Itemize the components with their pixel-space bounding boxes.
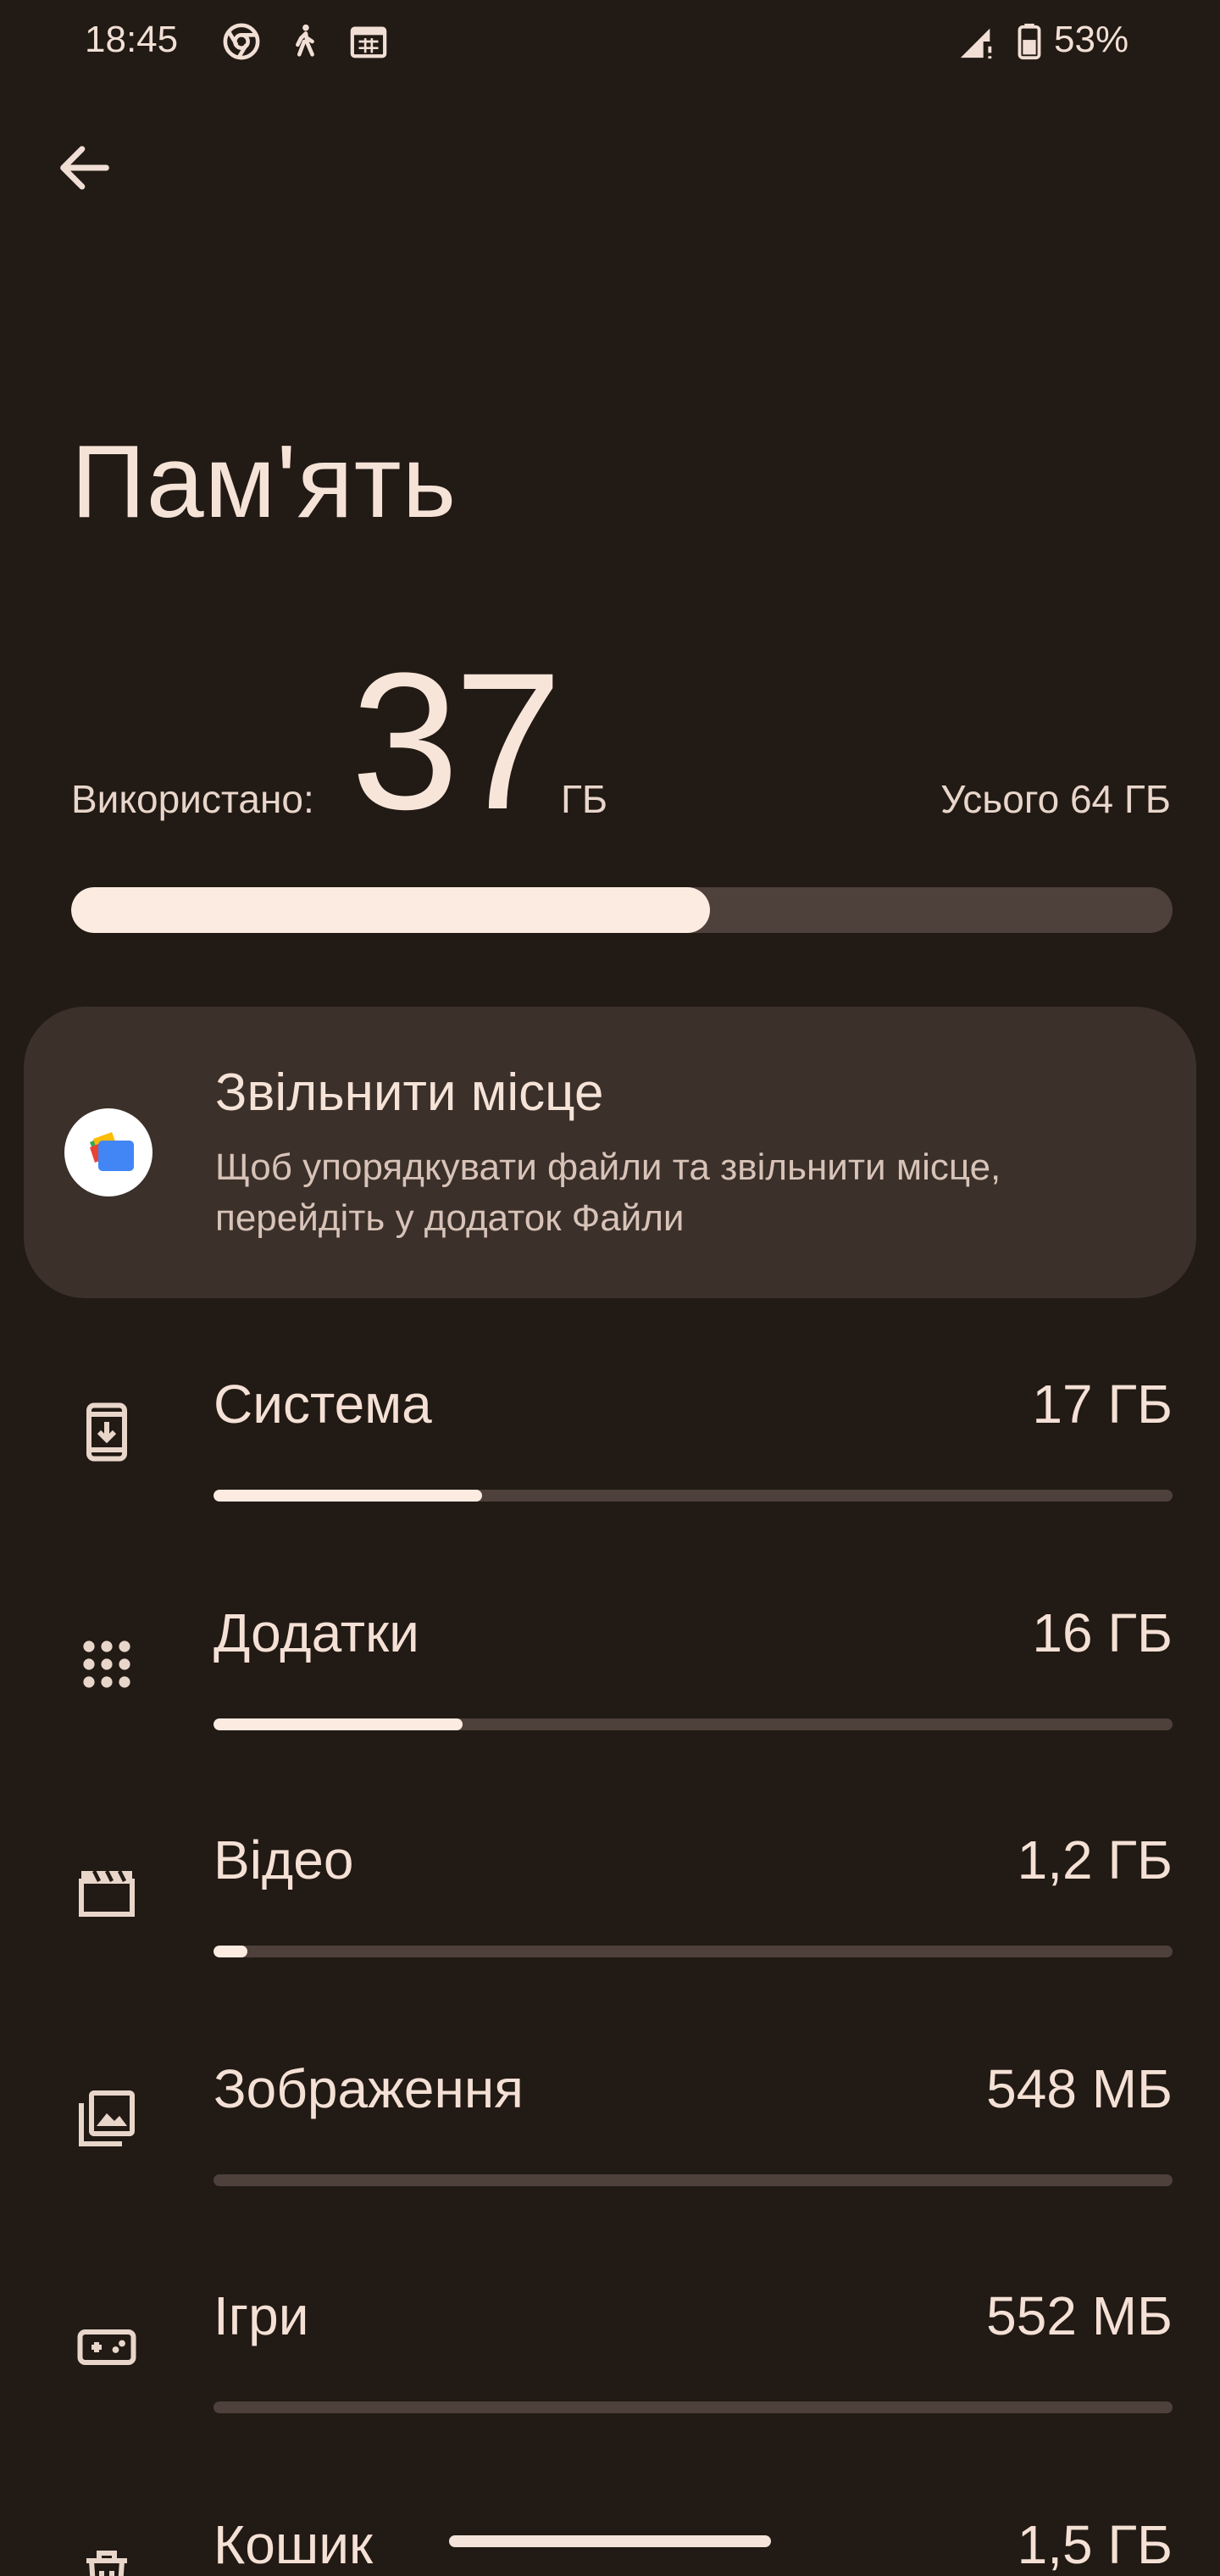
category-row-games[interactable]: Ігри 552 МБ — [0, 2285, 1220, 2513]
category-label: Відео — [214, 1829, 354, 1890]
walk-icon — [296, 24, 314, 57]
free-space-title: Звільнити місце — [215, 1063, 604, 1122]
photo-library-icon — [79, 2090, 135, 2146]
battery-icon — [1018, 23, 1041, 60]
movie-icon — [79, 1869, 135, 1917]
category-value: 1,2 ГБ — [1017, 1829, 1173, 1890]
signal-icon — [960, 28, 992, 59]
used-value: 37 — [351, 632, 563, 850]
category-bar — [214, 2401, 1173, 2413]
total-storage: Усього 64 ГБ — [940, 777, 1171, 821]
category-bar — [214, 1718, 1173, 1730]
arrow-back-icon[interactable] — [53, 136, 117, 200]
category-label: Додатки — [214, 1602, 419, 1663]
status-time: 18:45 — [85, 19, 179, 60]
trash-icon — [86, 2551, 127, 2576]
category-row-system[interactable]: Система 17 ГБ — [0, 1373, 1220, 1602]
category-bar — [214, 1490, 1173, 1502]
category-bar — [214, 2174, 1173, 2186]
category-bar-fill — [214, 1490, 482, 1502]
chrome-icon — [223, 23, 260, 60]
free-space-subtitle: Щоб упорядкувати файли та звільнити місц… — [215, 1146, 1001, 1239]
category-bar-fill — [214, 1718, 463, 1730]
category-value: 16 ГБ — [1032, 1602, 1173, 1663]
category-value: 1,5 ГБ — [1017, 2514, 1173, 2575]
category-value: 548 МБ — [986, 2058, 1173, 2119]
category-bar — [214, 1946, 1173, 1957]
category-label: Ігри — [214, 2285, 309, 2346]
category-value: 552 МБ — [986, 2285, 1173, 2346]
files-app-icon — [64, 1108, 152, 1196]
page-title: Пам'ять — [71, 424, 458, 539]
system-update-icon — [86, 1402, 127, 1462]
free-space-card[interactable]: Звільнити місце Щоб упорядкувати файли т… — [24, 1007, 1196, 1298]
category-row-apps[interactable]: Додатки 16 ГБ — [0, 1602, 1220, 1830]
calendar-icon — [350, 26, 387, 58]
category-row-video[interactable]: Відео 1,2 ГБ — [0, 1829, 1220, 2057]
battery-percent: 53% — [1054, 19, 1129, 60]
category-bar-fill — [214, 1946, 247, 1957]
apps-grid-icon — [83, 1641, 130, 1688]
used-unit: ГБ — [561, 777, 608, 821]
category-label: Зображення — [214, 2058, 524, 2119]
category-label: Кошик — [214, 2514, 373, 2575]
used-label: Використано: — [71, 777, 314, 821]
storage-usage-fill — [71, 887, 710, 933]
navigation-handle[interactable] — [449, 2535, 771, 2547]
category-row-images[interactable]: Зображення 548 МБ — [0, 2057, 1220, 2286]
storage-usage-bar — [71, 887, 1173, 933]
category-value: 17 ГБ — [1032, 1374, 1173, 1435]
gamepad-icon — [77, 2329, 136, 2365]
category-label: Система — [214, 1374, 432, 1435]
